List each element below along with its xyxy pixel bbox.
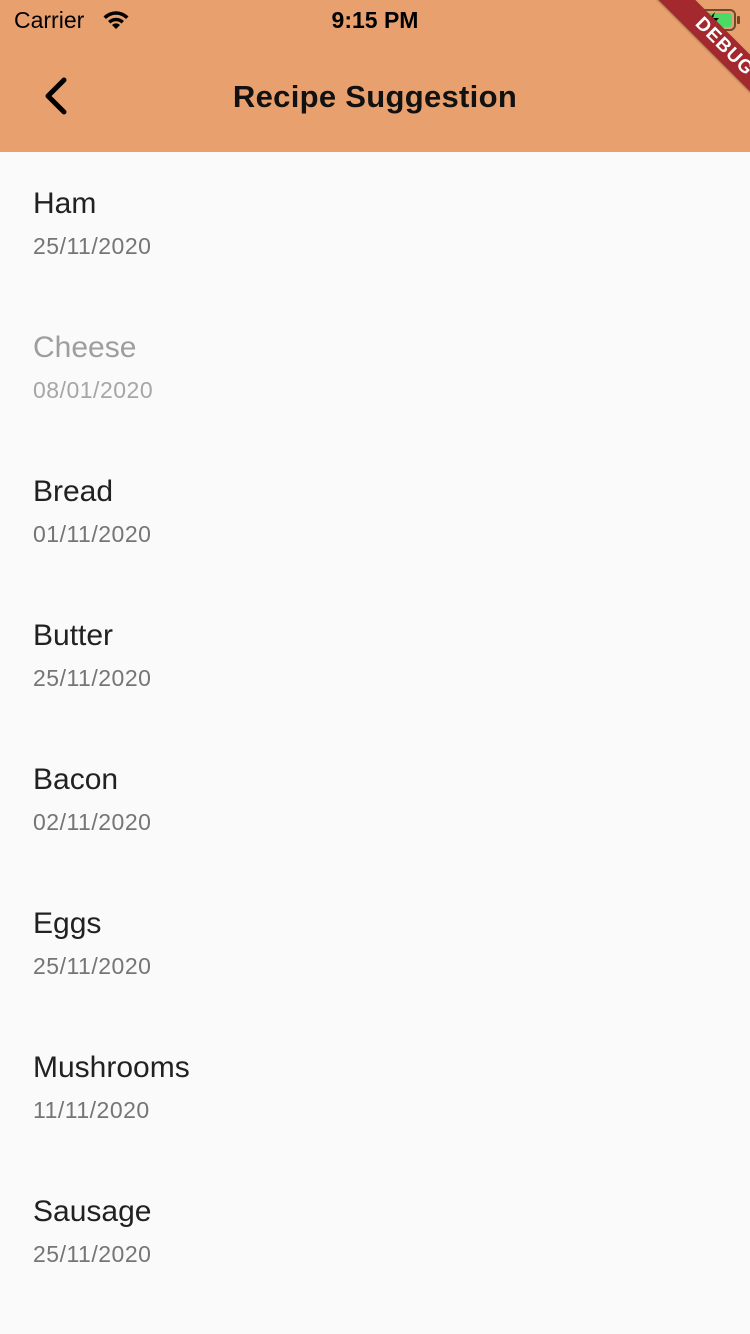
list-item[interactable]: Bacon 02/11/2020 [0,728,750,872]
item-name: Ham [33,187,97,220]
item-date: 08/01/2020 [33,377,154,403]
status-bar: Carrier 9:15 PM [0,0,750,40]
item-date: 11/11/2020 [33,1097,150,1123]
list-item[interactable]: Eggs 25/11/2020 [0,872,750,1016]
list-item[interactable]: Ham 25/11/2020 [0,152,750,296]
list-item[interactable]: Cheese 08/01/2020 [0,296,750,440]
list-item[interactable]: Sausage 25/11/2020 [0,1160,750,1304]
page-title: Recipe Suggestion [232,79,518,114]
app-bar: Carrier 9:15 PM Recipe Suggestion [0,0,750,152]
item-date: 25/11/2020 [33,233,152,259]
item-name: Bacon [33,763,119,796]
item-name: Eggs [33,907,102,940]
list-item[interactable]: Bread 01/11/2020 [0,440,750,584]
item-date: 01/11/2020 [33,521,152,547]
item-name: Bread [33,475,114,508]
status-time: 9:15 PM [331,7,419,33]
item-name: Mushrooms [33,1051,190,1084]
item-name: Sausage [33,1195,152,1228]
item-date: 25/11/2020 [33,665,152,691]
item-name: Cheese [33,331,137,364]
item-date: 25/11/2020 [33,953,152,979]
list-item[interactable]: Mushrooms 11/11/2020 [0,1016,750,1160]
item-name: Butter [33,619,114,652]
list-item[interactable]: Butter 25/11/2020 [0,584,750,728]
ingredient-list: Ham 25/11/2020 Cheese 08/01/2020 Bread 0… [0,152,750,1304]
item-date: 25/11/2020 [33,1241,152,1267]
item-date: 02/11/2020 [33,809,152,835]
battery-charging-icon [690,9,740,31]
